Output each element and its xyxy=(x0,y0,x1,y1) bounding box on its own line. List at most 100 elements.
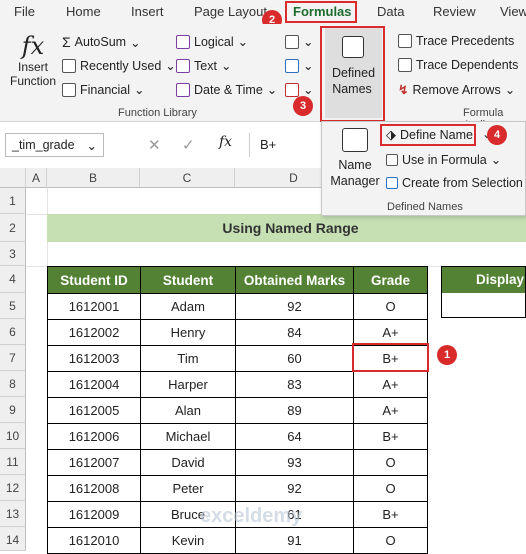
cell-id[interactable]: 1612003 xyxy=(47,345,141,372)
cell-marks[interactable]: 84 xyxy=(235,319,354,346)
logical-label: Logical xyxy=(194,34,234,49)
cell-id[interactable]: 1612007 xyxy=(47,449,141,476)
financial-label: Financial xyxy=(80,82,131,97)
cell-marks[interactable]: 83 xyxy=(235,371,354,398)
name-box[interactable]: _tim_grade ⌄ xyxy=(5,133,104,157)
cell-grade[interactable]: O xyxy=(353,527,428,554)
cell-grade[interactable]: A+ xyxy=(353,397,428,424)
row-header-13[interactable]: 13 xyxy=(0,501,26,527)
trace-precedents-button[interactable]: Trace Precedents xyxy=(398,34,514,48)
star-icon xyxy=(62,58,76,73)
row-header-11[interactable]: 11 xyxy=(0,449,26,475)
cell-grade[interactable]: A+ xyxy=(353,371,428,398)
financial-icon xyxy=(62,82,76,97)
cell-marks[interactable]: 92 xyxy=(235,293,354,320)
cell-grade[interactable]: O xyxy=(353,293,428,320)
cell-id[interactable]: 1612006 xyxy=(47,423,141,450)
row-header-2[interactable]: 2 xyxy=(0,214,26,242)
row-header-14[interactable]: 14 xyxy=(0,527,26,551)
column-header-b[interactable]: B xyxy=(47,168,140,188)
row-header-10[interactable]: 10 xyxy=(0,423,26,449)
cell-student[interactable]: Henry xyxy=(140,319,236,346)
cell-marks[interactable]: 92 xyxy=(235,475,354,502)
autosum-button[interactable]: Σ AutoSum ⌄ xyxy=(62,34,141,50)
cancel-icon[interactable]: ✕ xyxy=(148,136,161,154)
row-header-6[interactable]: 6 xyxy=(0,319,26,345)
cell-grade[interactable]: B+ xyxy=(353,423,428,450)
row-header-9[interactable]: 9 xyxy=(0,397,26,423)
recently-used-button[interactable]: Recently Used ⌄ xyxy=(62,58,176,73)
header-obtained-marks[interactable]: Obtained Marks xyxy=(235,266,354,294)
row-header-5[interactable]: 5 xyxy=(0,293,26,319)
row-header-12[interactable]: 12 xyxy=(0,475,26,501)
select-all-corner[interactable] xyxy=(0,168,26,188)
cell-id[interactable]: 1612004 xyxy=(47,371,141,398)
insert-function-fx-icon[interactable]: fx xyxy=(219,134,232,150)
cell-id[interactable]: 1612002 xyxy=(47,319,141,346)
cell-marks[interactable]: 91 xyxy=(235,527,354,554)
cell-grade[interactable]: O xyxy=(353,475,428,502)
create-from-selection-label: Create from Selection xyxy=(402,176,523,190)
row-header-7[interactable]: 7 xyxy=(0,345,26,371)
define-name-highlight xyxy=(380,124,476,146)
use-in-formula-button[interactable]: Use in Formula ⌄ xyxy=(386,152,501,167)
cell-id[interactable]: 1612005 xyxy=(47,397,141,424)
chevron-down-icon[interactable]: ⌄ xyxy=(87,138,97,153)
lookup-icon xyxy=(285,34,299,49)
create-from-selection-button[interactable]: Create from Selection xyxy=(386,176,523,190)
date-time-button[interactable]: Date & Time ⌄ xyxy=(176,82,277,97)
cell-id[interactable]: 1612009 xyxy=(47,501,141,528)
logical-button[interactable]: Logical ⌄ xyxy=(176,34,248,49)
text-button[interactable]: Text ⌄ xyxy=(176,58,231,73)
cell-student[interactable]: Harper xyxy=(140,371,236,398)
tab-data[interactable]: Data xyxy=(377,4,404,19)
ribbon: fx Insert Function Σ AutoSum ⌄ Recently Us… xyxy=(0,24,526,131)
cell-marks[interactable]: 93 xyxy=(235,449,354,476)
financial-button[interactable]: Financial ⌄ xyxy=(62,82,145,97)
tab-review[interactable]: Review xyxy=(433,4,476,19)
cell-id[interactable]: 1612001 xyxy=(47,293,141,320)
tab-view[interactable]: View xyxy=(500,4,526,19)
cell-student[interactable]: Kevin xyxy=(140,527,236,554)
more-functions-button[interactable]: ⌄ xyxy=(285,82,313,97)
header-grade[interactable]: Grade xyxy=(353,266,428,294)
calendar-icon xyxy=(176,82,190,97)
cell-marks[interactable]: 60 xyxy=(235,345,354,372)
column-header-a[interactable]: A xyxy=(26,168,47,188)
row-header-4[interactable]: 4 xyxy=(0,266,26,293)
row-header-1[interactable]: 1 xyxy=(0,188,26,214)
cell-grade[interactable]: B+ xyxy=(353,501,428,528)
cell-student[interactable]: Alan xyxy=(140,397,236,424)
column-header-c[interactable]: C xyxy=(140,168,235,188)
name-manager-button[interactable]: Name Manager xyxy=(330,128,380,188)
math-trig-button[interactable]: ⌄ xyxy=(285,58,313,73)
insert-function-button[interactable]: fx Insert Function xyxy=(10,32,56,88)
trace-dependents-button[interactable]: Trace Dependents xyxy=(398,58,518,72)
cell-student[interactable]: Tim xyxy=(140,345,236,372)
cell-id[interactable]: 1612008 xyxy=(47,475,141,502)
header-student-id[interactable]: Student ID xyxy=(47,266,141,294)
recently-used-label: Recently Used xyxy=(80,58,162,73)
cell-marks[interactable]: 64 xyxy=(235,423,354,450)
name-box-value: _tim_grade xyxy=(12,138,75,152)
cell-marks[interactable]: 89 xyxy=(235,397,354,424)
cell-student[interactable]: Peter xyxy=(140,475,236,502)
cell-student[interactable]: Michael xyxy=(140,423,236,450)
tab-home[interactable]: Home xyxy=(66,4,101,19)
tab-insert[interactable]: Insert xyxy=(131,4,164,19)
header-student[interactable]: Student xyxy=(140,266,236,294)
tab-file[interactable]: File xyxy=(14,4,35,19)
cell-student[interactable]: Adam xyxy=(140,293,236,320)
name-manager-label-1: Name xyxy=(338,158,372,172)
cell-grade[interactable]: O xyxy=(353,449,428,476)
lookup-button[interactable]: ⌄ xyxy=(285,34,313,49)
enter-icon[interactable]: ✓ xyxy=(182,136,195,154)
cell-student[interactable]: David xyxy=(140,449,236,476)
cell-id[interactable]: 1612010 xyxy=(47,527,141,554)
tab-page-layout[interactable]: Page Layout xyxy=(194,4,267,19)
row-header-3[interactable]: 3 xyxy=(0,242,26,266)
row-header-8[interactable]: 8 xyxy=(0,371,26,397)
remove-arrows-button[interactable]: ↯ Remove Arrows ⌄ xyxy=(398,82,515,98)
display-header: Display xyxy=(442,267,525,293)
cell-grade[interactable]: A+ xyxy=(353,319,428,346)
